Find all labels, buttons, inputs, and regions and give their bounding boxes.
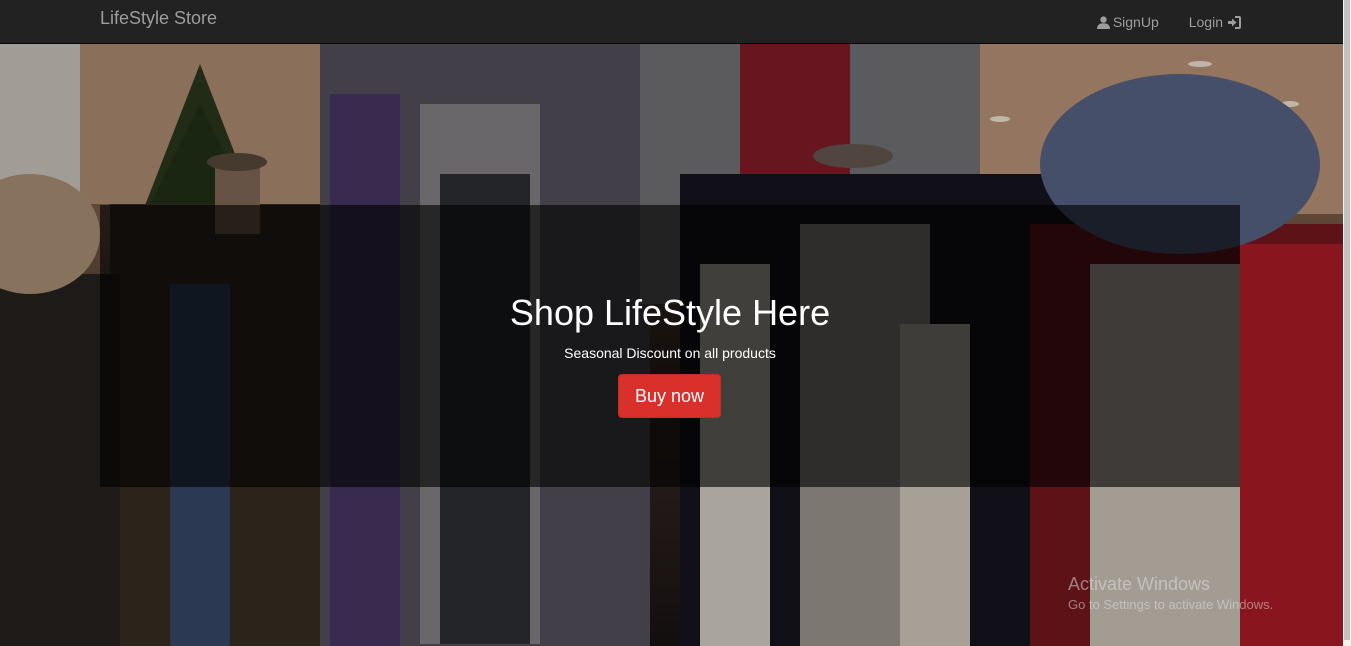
hero-title: Shop LifeStyle Here: [509, 292, 831, 333]
windows-activation-watermark: Activate Windows Go to Settings to activ…: [1068, 574, 1273, 614]
navbar: LifeStyle Store SignUp Login: [0, 0, 1343, 44]
jumbotron: Shop LifeStyle Here Seasonal Discount on…: [100, 205, 1240, 487]
signup-label: SignUp: [1112, 14, 1159, 30]
watermark-line1: Activate Windows: [1068, 574, 1211, 594]
vertical-scrollbar[interactable]: [1343, 0, 1351, 646]
brand-link[interactable]: LifeStyle Store: [100, 8, 217, 28]
nav-right: SignUp Login: [1067, 0, 1241, 44]
login-icon: [1227, 15, 1241, 29]
login-label: Login: [1188, 14, 1223, 30]
buy-now-button[interactable]: Buy now: [618, 374, 721, 418]
login-link[interactable]: Login: [1189, 14, 1241, 30]
user-icon: [1096, 15, 1110, 29]
hero-subtitle: Seasonal Discount on all products: [564, 345, 776, 361]
watermark-line2: Go to Settings to activate Windows.: [1068, 597, 1274, 612]
scrollbar-thumb[interactable]: [1344, 0, 1350, 640]
signup-link[interactable]: SignUp: [1096, 14, 1159, 30]
